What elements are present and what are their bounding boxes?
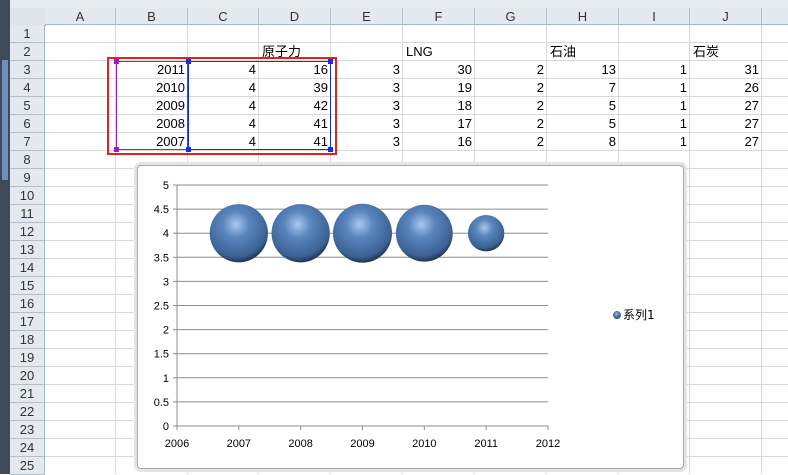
y-tick-label: 0.5 (154, 397, 169, 409)
bubble-2008 (271, 204, 330, 263)
y-tick-label: 1.5 (154, 349, 169, 361)
legend-label: 系列1 (623, 308, 655, 322)
bubble-2010 (395, 204, 453, 262)
x-tick-label: 2011 (474, 438, 498, 450)
x-tick-label: 2009 (350, 438, 374, 450)
bubble-2009 (333, 203, 392, 263)
legend-marker-icon (613, 311, 621, 319)
bubble-2011 (467, 215, 505, 252)
y-tick-label: 4.5 (154, 204, 169, 216)
y-tick-label: 5 (163, 180, 169, 192)
x-tick-label: 2008 (288, 438, 312, 450)
bubble-2007 (209, 204, 268, 263)
y-tick-label: 2 (163, 325, 169, 337)
x-tick-label: 2012 (536, 438, 560, 450)
chart-plot: 0 0.5 1 1.5 2 2.5 3 3.5 4 4.5 5 2006 2007 2008 2009 201… (154, 180, 655, 450)
y-tick-label: 0 (163, 421, 169, 433)
x-tick-label: 2006 (165, 438, 189, 450)
x-tick-label: 2010 (412, 438, 436, 450)
y-tick-label: 4 (163, 228, 169, 240)
y-tick-label: 3.5 (154, 252, 169, 264)
x-tick-label: 2007 (227, 438, 251, 450)
y-tick-label: 2.5 (154, 301, 169, 313)
y-tick-label: 1 (163, 373, 169, 385)
y-tick-label: 3 (163, 276, 169, 288)
